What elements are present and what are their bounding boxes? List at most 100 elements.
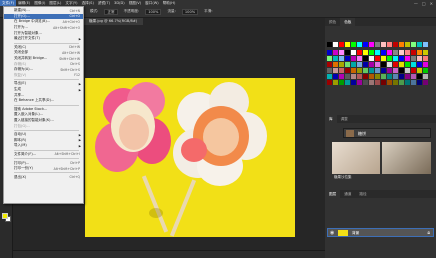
color-swatch[interactable] [327,74,332,79]
color-swatch[interactable] [345,80,350,85]
color-swatch[interactable] [423,74,428,79]
color-swatch[interactable] [423,68,428,73]
color-swatch[interactable] [327,50,332,55]
color-swatch[interactable] [369,80,374,85]
color-swatch[interactable] [375,42,380,47]
color-swatch[interactable] [339,62,344,67]
color-swatch[interactable] [399,42,404,47]
color-swatch[interactable] [345,56,350,61]
color-swatch[interactable] [369,62,374,67]
maximize-icon[interactable]: □ [422,1,426,6]
color-swatch[interactable] [339,80,344,85]
eye-icon[interactable]: ◉ [330,230,334,236]
color-swatch[interactable] [363,68,368,73]
color-swatch[interactable] [375,50,380,55]
library-item-thumb-1[interactable] [332,142,380,174]
color-swatch[interactable] [417,56,422,61]
color-swatch[interactable] [375,56,380,61]
color-swatch[interactable] [381,42,386,47]
color-swatch[interactable] [327,80,332,85]
color-swatch[interactable] [399,56,404,61]
canvas-image[interactable] [85,78,295,237]
color-swatch[interactable] [333,50,338,55]
color-swatch[interactable] [399,50,404,55]
library-item-thumb-2[interactable] [382,142,431,174]
color-swatch[interactable] [393,42,398,47]
color-swatch[interactable] [387,80,392,85]
color-swatch[interactable] [411,42,416,47]
color-swatch[interactable] [411,80,416,85]
color-swatch[interactable] [381,68,386,73]
color-swatch[interactable] [387,74,392,79]
color-swatch[interactable] [393,74,398,79]
color-swatch[interactable] [333,80,338,85]
color-swatch[interactable] [387,42,392,47]
flow-input[interactable]: 100% [181,8,199,15]
color-swatch[interactable] [411,62,416,67]
color-swatch[interactable] [339,56,344,61]
color-swatch[interactable] [363,50,368,55]
color-swatch[interactable] [399,62,404,67]
color-swatch[interactable] [339,68,344,73]
color-swatch[interactable] [375,74,380,79]
color-swatch[interactable] [357,42,362,47]
color-swatch[interactable] [393,56,398,61]
color-swatch[interactable] [339,50,344,55]
file-menu-item[interactable]: 打印一份(Y) Alt+Shift+Ctrl+P [4,166,83,172]
color-swatch[interactable] [345,68,350,73]
color-swatch[interactable] [417,80,422,85]
opacity-input[interactable]: 100% [145,8,162,15]
color-swatch[interactable] [333,42,338,47]
color-swatch[interactable] [375,80,380,85]
color-swatch[interactable] [381,50,386,55]
tab-libraries[interactable]: 库 [325,115,337,123]
color-swatch[interactable] [327,56,332,61]
file-menu-item[interactable]: 退出(X) Ctrl+Q [4,174,83,180]
color-swatch[interactable] [405,42,410,47]
color-swatch[interactable] [417,50,422,55]
color-swatch[interactable] [369,50,374,55]
color-swatch[interactable] [351,62,356,67]
color-swatch[interactable] [327,42,332,47]
color-swatch[interactable] [417,74,422,79]
color-swatch[interactable] [423,42,428,47]
foreground-color-swatch[interactable] [2,213,8,219]
tab-color[interactable]: 颜色 [325,18,340,26]
library-dropdown[interactable]: 糖饼 [343,128,431,138]
color-swatch[interactable] [387,50,392,55]
color-swatch[interactable] [423,62,428,67]
color-swatch[interactable] [357,62,362,67]
minimize-icon[interactable]: — [414,1,418,6]
color-swatch[interactable] [399,74,404,79]
close-icon[interactable]: ✕ [430,1,433,6]
color-swatch[interactable] [339,42,344,47]
color-swatch[interactable] [381,74,386,79]
color-swatch[interactable] [333,62,338,67]
color-swatch[interactable] [363,62,368,67]
color-swatch[interactable] [393,50,398,55]
color-swatch[interactable] [363,80,368,85]
color-swatch[interactable] [405,62,410,67]
file-menu-item[interactable]: 文件简介(F)... Alt+Shift+Ctrl+I [4,152,83,158]
color-swatch[interactable] [405,56,410,61]
color-swatch[interactable] [387,68,392,73]
color-swatch[interactable] [423,56,428,61]
color-swatch[interactable] [399,68,404,73]
color-swatch[interactable] [393,68,398,73]
color-swatch[interactable] [363,74,368,79]
color-swatch[interactable] [387,62,392,67]
color-swatch[interactable] [339,74,344,79]
color-swatch[interactable] [417,68,422,73]
file-menu-item[interactable]: 最近打开文件(T) ▶ [4,36,83,42]
color-swatch[interactable] [405,80,410,85]
tab-layers[interactable]: 图层 [325,190,341,198]
color-swatch[interactable] [405,50,410,55]
color-swatch[interactable] [357,68,362,73]
color-swatch[interactable] [357,80,362,85]
color-swatch[interactable] [327,62,332,67]
color-swatch[interactable] [345,62,350,67]
document-tab[interactable]: 糖果.jpg @ 66.7%(RGB/8#) [83,18,144,25]
color-swatch[interactable] [363,42,368,47]
color-swatch[interactable] [399,80,404,85]
color-swatch[interactable] [327,68,332,73]
